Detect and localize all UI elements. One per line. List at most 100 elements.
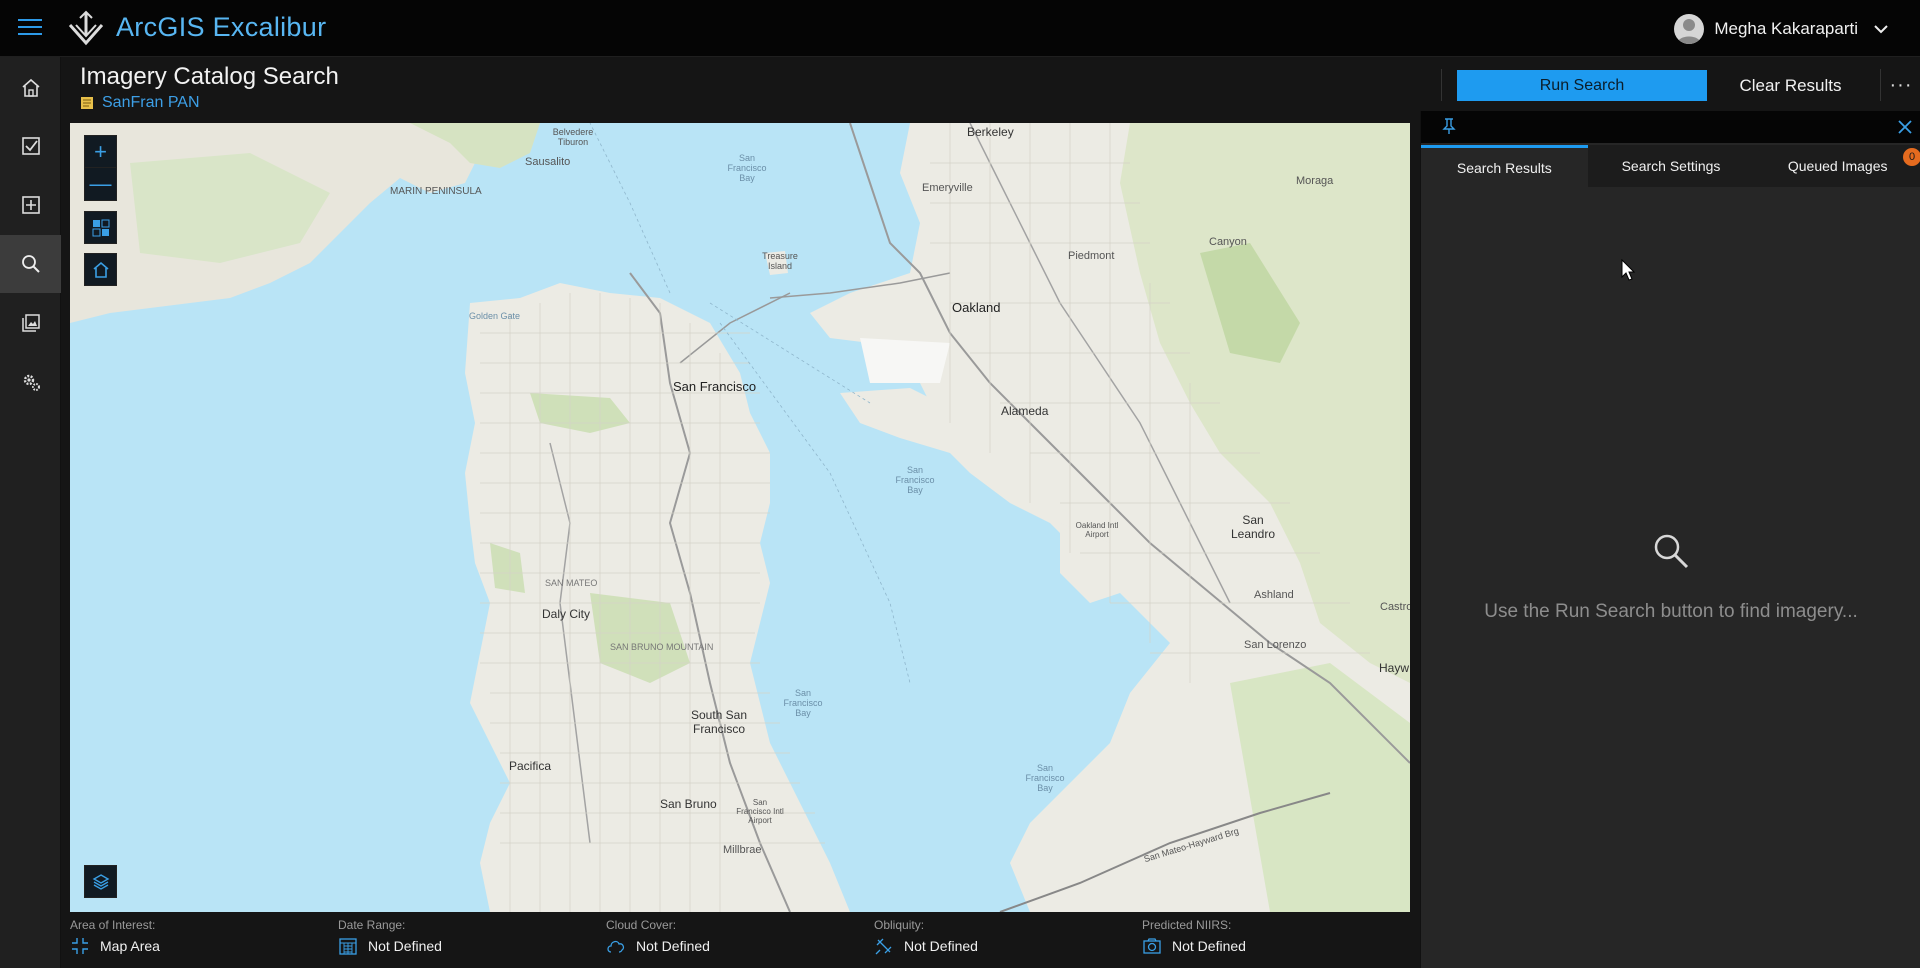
map-label: Castro (1380, 601, 1410, 613)
nav-tasks[interactable] (0, 117, 61, 175)
layers-icon (92, 873, 109, 890)
map-label: San Francisco Bay (727, 153, 767, 183)
map-view[interactable]: Berkeley Oakland San Francisco Alameda D… (70, 123, 1410, 912)
aoi-icon (72, 938, 88, 954)
panel-tabs: Search Results Search Settings Queued Im… (1421, 145, 1920, 187)
map-label: MARIN PENINSULA (390, 186, 482, 197)
top-bar: ArcGIS Excalibur Megha Kakaraparti (0, 0, 1920, 57)
map-label: Sausalito (525, 156, 571, 168)
map-label: South San Francisco (690, 708, 748, 736)
map-label: San Francisco Bay (1025, 763, 1065, 793)
nav-add[interactable] (0, 176, 61, 234)
filter-value: Not Defined (636, 938, 710, 954)
map-label: San Francisco Bay (895, 465, 935, 495)
map-label: San Francisco Intl Airport (736, 798, 784, 825)
left-nav (0, 57, 61, 968)
app-title[interactable]: ArcGIS Excalibur (116, 12, 326, 43)
map-label: San Francisco Bay (783, 688, 823, 718)
menu-icon[interactable] (18, 19, 42, 37)
zoom-out-button[interactable]: — (84, 168, 117, 200)
project-link[interactable]: SanFran PAN (80, 94, 200, 112)
home-icon (92, 261, 109, 278)
map-label: Ashland (1254, 589, 1294, 601)
project-icon (81, 97, 93, 109)
tab-queued-images[interactable]: Queued Images 0 (1754, 145, 1920, 187)
search-icon (1654, 534, 1689, 569)
map-label: Piedmont (1068, 250, 1115, 262)
filter-bar: Area of Interest: Map Area Date Range: N… (61, 912, 1421, 968)
map-label: San Bruno (660, 797, 717, 811)
map-label: Hayw (1379, 661, 1410, 675)
more-options-button[interactable]: ··· (1886, 70, 1916, 100)
cloud-icon (607, 940, 625, 953)
chevron-down-icon[interactable] (1872, 20, 1890, 38)
panel-toolbar (1421, 111, 1920, 143)
map-label: Millbrae (723, 844, 762, 856)
map-label: Berkeley (967, 125, 1014, 139)
search-icon (21, 255, 40, 273)
divider (1880, 69, 1881, 101)
map-label: Treasure Island (762, 251, 798, 271)
filter-value-button[interactable]: Not Defined (874, 936, 1134, 956)
filter-obliquity: Obliquity: Not Defined (874, 918, 1134, 956)
map-label: San Lorenzo (1244, 639, 1307, 651)
filter-label: Date Range: (338, 918, 406, 932)
home-icon (21, 78, 40, 97)
map-label: Golden Gate (469, 311, 521, 321)
user-menu[interactable]: Megha Kakaraparti (1674, 12, 1890, 46)
filter-value: Map Area (100, 938, 160, 954)
grid-tool-button[interactable] (84, 211, 117, 244)
filter-label: Predicted NIIRS: (1142, 918, 1232, 932)
filter-niirs: Predicted NIIRS: Not Defined (1142, 918, 1402, 956)
grid-icon (92, 219, 109, 236)
tab-search-settings[interactable]: Search Settings (1587, 145, 1755, 187)
filter-value: Not Defined (904, 938, 978, 954)
excalibur-logo-icon (68, 10, 104, 46)
project-name[interactable]: SanFran PAN (102, 94, 200, 112)
image-stack-icon (21, 314, 40, 332)
clear-results-button[interactable]: Clear Results (1718, 70, 1863, 101)
pin-icon[interactable] (1441, 117, 1457, 135)
layers-button[interactable] (84, 865, 117, 898)
filter-date: Date Range: Not Defined (338, 918, 598, 956)
tab-search-results[interactable]: Search Results (1421, 145, 1588, 187)
queue-count-badge: 0 (1903, 148, 1920, 166)
camera-icon (1143, 938, 1161, 954)
filter-label: Obliquity: (874, 918, 925, 932)
map-label: Oakland Intl Airport (1075, 521, 1119, 539)
nav-search[interactable] (0, 235, 61, 293)
filter-cloud: Cloud Cover: Not Defined (606, 918, 866, 956)
results-panel: Search Results Search Settings Queued Im… (1420, 111, 1920, 968)
map-label: San Leandro (1230, 513, 1276, 541)
zoom-in-button[interactable]: + (84, 136, 117, 169)
map-label: San Francisco (673, 379, 757, 394)
map-label: SAN MATEO (545, 578, 598, 588)
nav-imagery[interactable] (0, 294, 61, 352)
user-name: Megha Kakaraparti (1714, 19, 1858, 38)
run-search-button[interactable]: Run Search (1457, 70, 1707, 101)
map-label: Daly City (542, 607, 591, 621)
filter-label: Cloud Cover: (606, 918, 677, 932)
home-extent-button[interactable] (84, 253, 117, 286)
empty-state-message: Use the Run Search button to find imager… (1484, 601, 1858, 622)
divider (1441, 69, 1442, 101)
nav-home[interactable] (0, 59, 61, 117)
map-label: Emeryville (922, 182, 973, 194)
nav-settings[interactable] (0, 353, 61, 411)
map-label: Belvedere Tiburon (552, 127, 594, 147)
map-label: Canyon (1209, 236, 1247, 248)
zoom-control: + — (84, 135, 117, 201)
filter-value-button[interactable]: Not Defined (606, 936, 866, 956)
map-label: Alameda (1001, 404, 1049, 418)
filter-value-button[interactable]: Not Defined (338, 936, 598, 956)
mouse-cursor-icon (1621, 259, 1636, 281)
settings-icon (23, 374, 40, 391)
map-label: Moraga (1296, 175, 1334, 187)
filter-value: Not Defined (1172, 938, 1246, 954)
filter-value-button[interactable]: Not Defined (1142, 936, 1402, 956)
calendar-icon (339, 938, 357, 955)
tab-label: Queued Images (1787, 158, 1888, 174)
close-icon[interactable] (1897, 119, 1913, 135)
add-icon (21, 196, 40, 214)
filter-value-button[interactable]: Map Area (70, 936, 330, 956)
